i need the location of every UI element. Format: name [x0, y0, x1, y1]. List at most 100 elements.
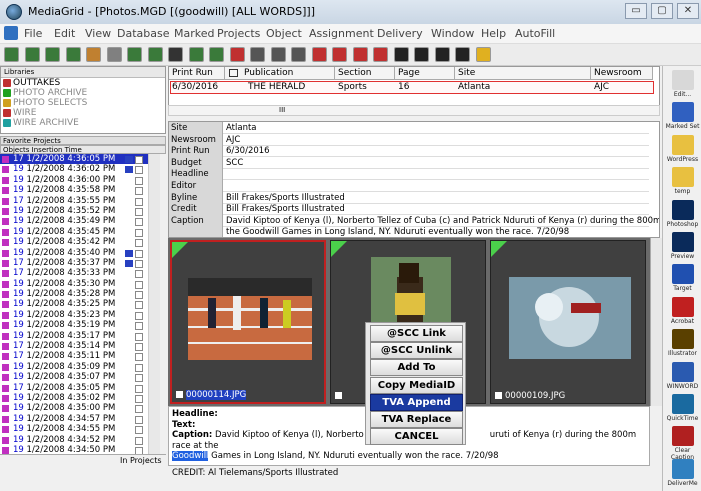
library-item[interactable]: PHOTO ARCHIVE — [1, 88, 165, 98]
object-checkbox[interactable] — [135, 415, 143, 424]
object-row[interactable]: 19 1/2/2008 4:35:25 PM — [0, 299, 160, 310]
object-checkbox[interactable] — [135, 239, 143, 248]
detail-value[interactable]: 6/30/2016 — [226, 145, 270, 157]
object-checkbox[interactable] — [135, 270, 143, 279]
toolbar-button[interactable] — [414, 47, 429, 62]
object-checkbox[interactable] — [135, 353, 143, 362]
menu-help[interactable]: Help — [481, 27, 506, 40]
object-checkbox[interactable] — [135, 176, 143, 185]
object-row[interactable]: 19 1/2/2008 4:35:07 PM — [0, 372, 160, 383]
toolbar-button[interactable] — [4, 47, 19, 62]
object-row[interactable]: 19 1/2/2008 4:36:02 PM — [0, 164, 160, 175]
thumbnail-scrollbar[interactable] — [650, 238, 662, 406]
context-menu-item[interactable]: Copy MediaID — [370, 376, 463, 394]
object-checkbox[interactable] — [135, 343, 143, 352]
menu-autofill[interactable]: AutoFill — [515, 27, 555, 40]
launcher-button[interactable]: temp — [665, 167, 700, 195]
object-row[interactable]: 19 1/2/2008 4:35:52 PM — [0, 206, 160, 216]
object-checkbox[interactable] — [135, 332, 143, 341]
thumbnail-3[interactable]: 00000109.JPG — [490, 240, 646, 404]
launcher-button[interactable]: Clear Caption — [665, 426, 700, 461]
library-item[interactable]: WIRE ARCHIVE — [1, 118, 165, 128]
object-list-scrollbar[interactable] — [148, 154, 160, 454]
menu-assignment[interactable]: Assignment — [309, 27, 374, 40]
object-checkbox[interactable] — [135, 207, 143, 216]
app-icon[interactable] — [6, 4, 22, 20]
menu-marked[interactable]: Marked — [174, 27, 214, 40]
menu-edit[interactable]: Edit — [54, 27, 75, 40]
object-row[interactable]: 19 1/2/2008 4:35:49 PM — [0, 216, 160, 227]
toolbar-button[interactable] — [24, 47, 40, 62]
toolbar-button[interactable] — [475, 47, 491, 62]
launcher-button[interactable]: Acrobat — [665, 296, 700, 325]
grid-header-site[interactable]: Site — [455, 67, 591, 80]
launcher-button[interactable]: Edit... — [665, 70, 700, 98]
grid-header-page-number[interactable]: Page Number — [395, 67, 455, 91]
launcher-button[interactable]: WINWORD — [665, 361, 700, 390]
object-checkbox[interactable] — [135, 446, 143, 454]
object-row[interactable]: 17 1/2/2008 4:35:11 PM — [0, 351, 160, 362]
object-row[interactable]: 19 1/2/2008 4:34:57 PM — [0, 414, 160, 424]
detail-value[interactable]: David Kiptoo of Kenya (l), Norberto Tell… — [226, 215, 659, 227]
object-checkbox[interactable] — [135, 187, 143, 196]
launcher-button[interactable]: QuickTime — [665, 394, 700, 422]
object-row[interactable]: 19 1/2/2008 4:35:09 PM — [0, 362, 160, 372]
menu-file[interactable]: File — [24, 27, 42, 40]
object-row[interactable]: 19 1/2/2008 4:35:58 PM — [0, 185, 160, 196]
object-checkbox[interactable] — [135, 436, 143, 445]
launcher-button[interactable]: DeliverMe — [665, 458, 700, 487]
launcher-button[interactable]: Illustrator — [665, 329, 700, 357]
object-checkbox[interactable] — [135, 394, 143, 403]
toolbar-button[interactable] — [188, 47, 204, 62]
toolbar-button[interactable] — [168, 47, 183, 62]
object-checkbox[interactable] — [135, 426, 143, 435]
toolbar-button[interactable] — [127, 47, 142, 62]
object-row[interactable]: 19 1/2/2008 4:34:50 PM — [0, 445, 160, 454]
minimize-button[interactable]: ▭ — [625, 3, 647, 19]
object-row[interactable]: 19 1/2/2008 4:35:42 PM — [0, 237, 160, 248]
context-menu-item[interactable]: CANCEL — [370, 428, 463, 446]
object-checkbox[interactable] — [135, 384, 143, 393]
object-row[interactable]: 19 1/2/2008 4:35:40 PM — [0, 248, 160, 258]
thumbnail-checkbox[interactable] — [335, 392, 342, 399]
toolbar-button[interactable] — [250, 47, 265, 62]
object-row[interactable]: 19 1/2/2008 4:35:45 PM — [0, 227, 160, 237]
toolbar-button[interactable] — [455, 47, 470, 62]
menu-object[interactable]: Object — [266, 27, 302, 40]
object-row[interactable]: 19 1/2/2008 4:34:52 PM — [0, 435, 160, 445]
object-checkbox[interactable] — [135, 311, 143, 320]
menu-view[interactable]: View — [85, 27, 111, 40]
maximize-button[interactable]: ▢ — [651, 3, 673, 19]
document-icon[interactable] — [4, 26, 18, 40]
object-row[interactable]: 17 1/2/2008 4:35:37 PM — [0, 258, 160, 268]
grid-horizontal-scrollbar[interactable]: III — [168, 105, 660, 116]
object-checkbox[interactable] — [135, 259, 143, 268]
object-row[interactable]: 17 1/2/2008 4:35:05 PM — [0, 383, 160, 393]
object-row[interactable]: 19 1/2/2008 4:36:00 PM — [0, 175, 160, 185]
dropdown-icon[interactable] — [229, 69, 238, 77]
object-row[interactable]: 19 1/2/2008 4:34:55 PM — [0, 424, 160, 435]
toolbar-button[interactable] — [147, 47, 163, 62]
object-row[interactable]: 19 1/2/2008 4:35:02 PM — [0, 393, 160, 403]
detail-value[interactable]: the Goodwill Games in Long Island, NY. N… — [226, 226, 569, 237]
object-row[interactable]: 19 1/2/2008 4:35:30 PM — [0, 279, 160, 289]
toolbar-button[interactable] — [270, 47, 286, 62]
toolbar-button[interactable] — [393, 47, 409, 62]
menu-window[interactable]: Window — [431, 27, 474, 40]
object-row[interactable]: 19 1/2/2008 4:35:17 PM — [0, 331, 160, 341]
object-row[interactable]: 17 1/2/2008 4:36:05 PM — [0, 154, 160, 165]
context-menu-item[interactable]: TVA Append — [370, 393, 463, 411]
toolbar-button[interactable] — [434, 47, 450, 62]
object-row[interactable]: 17 1/2/2008 4:35:14 PM — [0, 341, 160, 352]
favorite-projects-header[interactable]: Favorite Projects — [0, 136, 166, 145]
menu-database[interactable]: Database — [117, 27, 170, 40]
detail-value[interactable]: SCC — [226, 157, 243, 169]
object-row[interactable]: 19 1/2/2008 4:35:23 PM — [0, 310, 160, 320]
object-checkbox[interactable] — [135, 280, 143, 289]
launcher-button[interactable]: WordPress — [665, 134, 700, 163]
context-menu-item[interactable]: @SCC Link — [370, 325, 463, 342]
object-row[interactable]: 19 1/2/2008 4:35:19 PM — [0, 320, 160, 331]
toolbar-button[interactable] — [229, 47, 245, 62]
detail-value[interactable]: AJC — [226, 134, 240, 146]
thumbnail-checkbox[interactable] — [495, 392, 502, 399]
